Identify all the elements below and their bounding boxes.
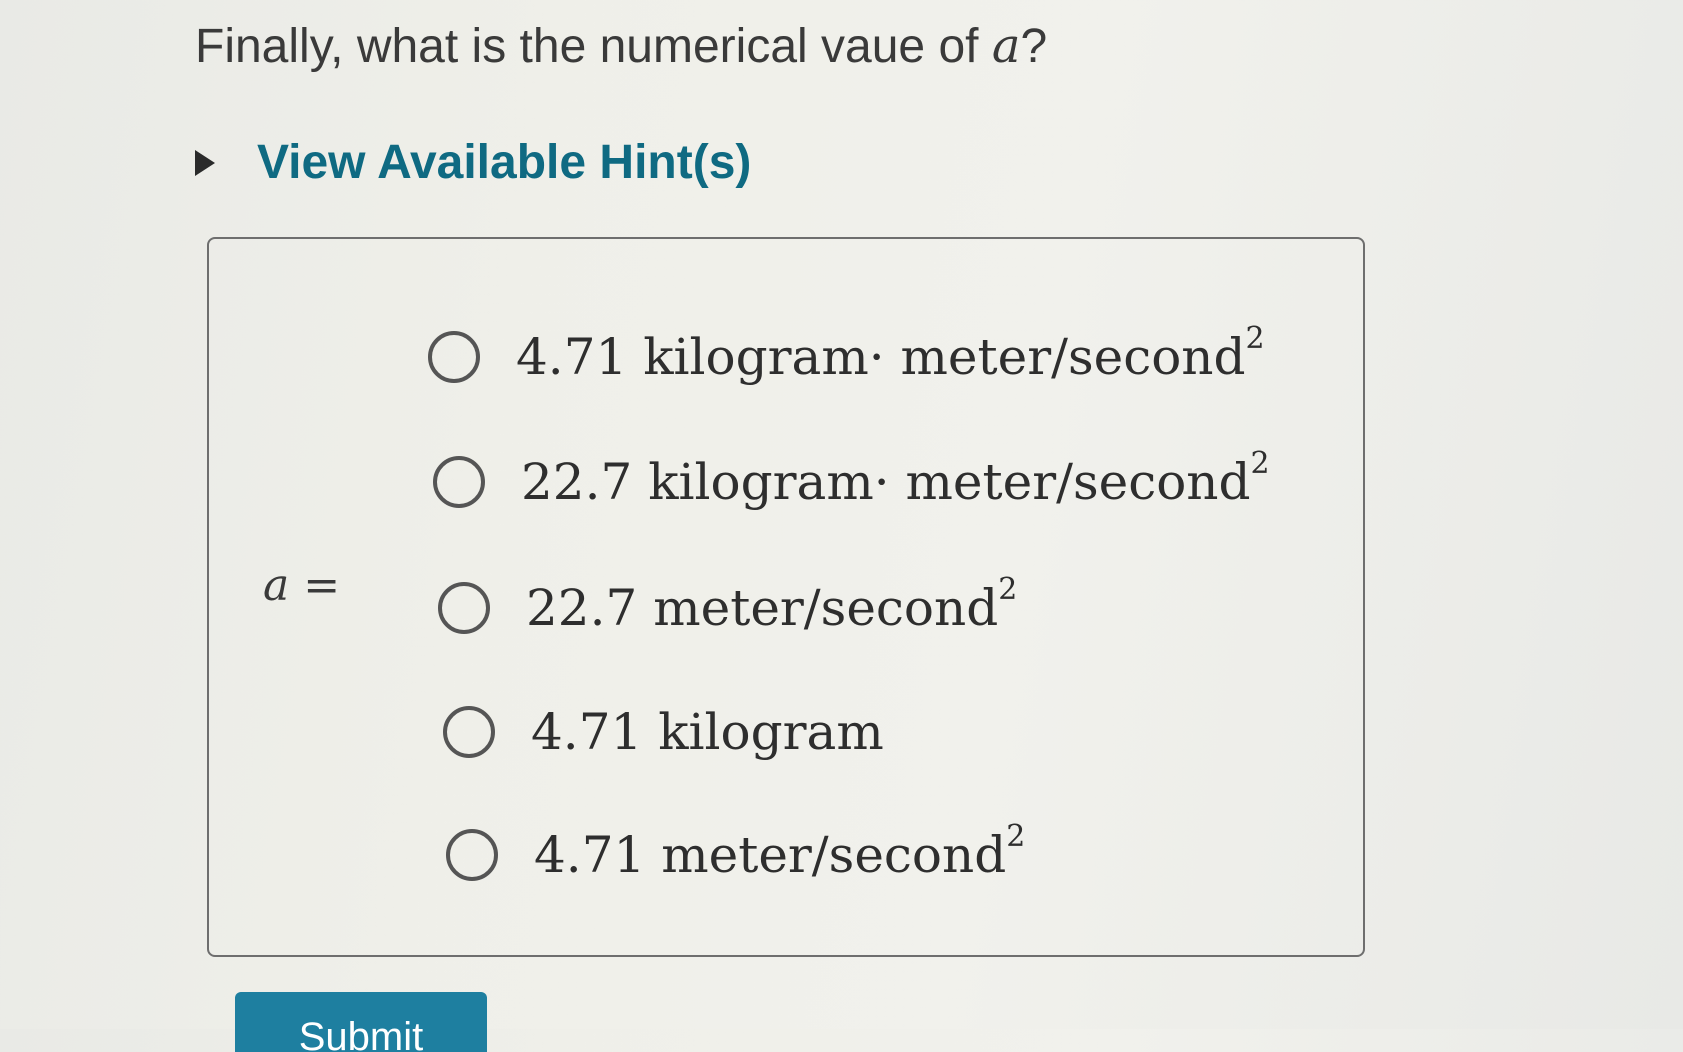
option-3-exponent: 2 bbox=[998, 572, 1018, 607]
option-5-label: 4.71 meter/second2 bbox=[534, 822, 1025, 885]
option-5-exponent: 2 bbox=[1006, 819, 1026, 854]
question-prefix: Finally, what is the numerical vaue of bbox=[195, 20, 992, 73]
option-5[interactable]: 4.71 meter/second2 bbox=[446, 822, 1025, 885]
question-variable: a bbox=[991, 18, 1021, 74]
option-2-text: 22.7 kilogram· meter/second bbox=[521, 453, 1251, 511]
option-2[interactable]: 22.7 kilogram· meter/second2 bbox=[433, 449, 1270, 512]
option-2-label: 22.7 kilogram· meter/second2 bbox=[521, 449, 1270, 512]
answer-variable: a bbox=[263, 560, 290, 611]
option-3-label: 22.7 meter/second2 bbox=[526, 575, 1017, 638]
option-4-text: 4.71 kilogram bbox=[531, 703, 884, 761]
option-1[interactable]: 4.71 kilogram· meter/second2 bbox=[428, 324, 1265, 387]
radio-button-2[interactable] bbox=[433, 456, 485, 508]
option-3-text: 22.7 meter/second bbox=[526, 579, 999, 637]
option-2-exponent: 2 bbox=[1250, 446, 1270, 481]
radio-button-4[interactable] bbox=[443, 706, 495, 758]
submit-button[interactable]: Submit bbox=[235, 992, 487, 1052]
view-hints-label[interactable]: View Available Hint(s) bbox=[257, 135, 751, 190]
radio-button-5[interactable] bbox=[446, 829, 498, 881]
option-1-label: 4.71 kilogram· meter/second2 bbox=[516, 324, 1265, 387]
triangle-right-icon bbox=[195, 149, 215, 176]
answer-variable-label: a = bbox=[263, 560, 340, 611]
question-text: Finally, what is the numerical vaue of a… bbox=[195, 18, 1047, 74]
answer-equals: = bbox=[289, 560, 341, 611]
radio-button-1[interactable] bbox=[428, 331, 480, 383]
question-suffix: ? bbox=[1020, 20, 1048, 73]
option-1-text: 4.71 kilogram· meter/second bbox=[516, 328, 1246, 386]
option-4[interactable]: 4.71 kilogram bbox=[443, 703, 884, 761]
option-1-exponent: 2 bbox=[1245, 321, 1265, 356]
option-5-text: 4.71 meter/second bbox=[534, 826, 1007, 884]
view-hints-toggle[interactable]: View Available Hint(s) bbox=[195, 135, 751, 190]
option-3[interactable]: 22.7 meter/second2 bbox=[438, 575, 1017, 638]
option-4-label: 4.71 kilogram bbox=[531, 703, 884, 761]
radio-button-3[interactable] bbox=[438, 582, 490, 634]
